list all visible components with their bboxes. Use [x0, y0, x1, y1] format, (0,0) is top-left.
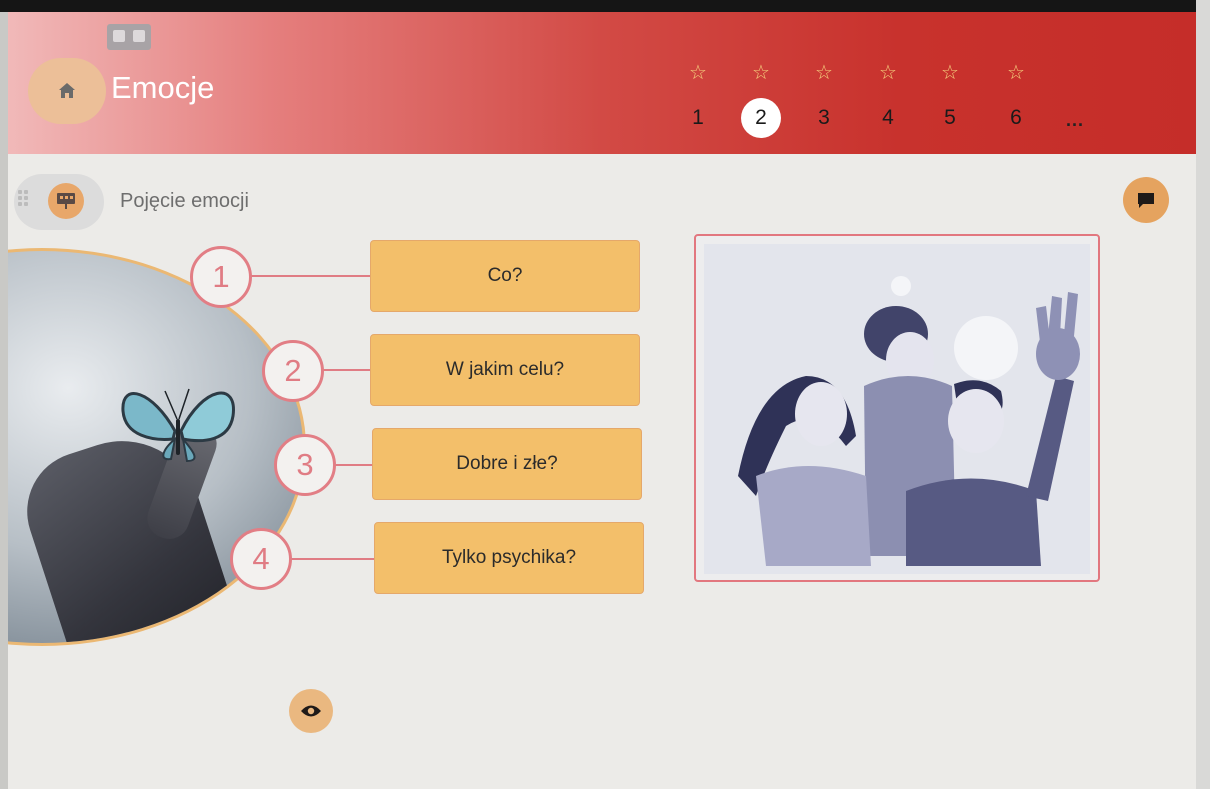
- header-bar: Emocje ☆ 1 ☆ 2 ☆ 3 ☆ 4 ☆ 5 ☆ 6 ...: [8, 12, 1196, 154]
- illustration-card: [694, 234, 1100, 582]
- star-icon: ☆: [815, 62, 833, 84]
- step-3[interactable]: ☆ 3: [799, 62, 849, 138]
- eye-icon: [301, 705, 321, 717]
- star-icon: ☆: [941, 62, 959, 84]
- step-number: 2: [741, 98, 781, 138]
- option-button-2[interactable]: W jakim celu?: [370, 334, 640, 406]
- step-number: 3: [818, 106, 830, 129]
- option-button-3[interactable]: Dobre i złe?: [372, 428, 642, 500]
- butterfly-icon: [121, 388, 235, 463]
- number-badge-4[interactable]: 4: [230, 528, 292, 590]
- star-icon: ☆: [1007, 62, 1025, 84]
- number-badge-2[interactable]: 2: [262, 340, 324, 402]
- screen-top-bezel: [0, 0, 1210, 12]
- step-navigation: ☆ 1 ☆ 2 ☆ 3 ☆ 4 ☆ 5 ☆ 6 ...: [673, 62, 1133, 142]
- step-number: 6: [1010, 106, 1022, 129]
- step-number: 4: [882, 106, 894, 129]
- step-number: 1: [692, 106, 704, 129]
- star-icon: ☆: [752, 62, 770, 84]
- app-title: Emocje: [111, 70, 215, 105]
- presentation-icon: [57, 193, 75, 209]
- number-badge-3[interactable]: 3: [274, 434, 336, 496]
- section-button[interactable]: [48, 183, 84, 219]
- people-illustration: [738, 276, 1080, 566]
- home-icon: [59, 83, 75, 98]
- step-5[interactable]: ☆ 5: [925, 62, 975, 138]
- star-icon: ☆: [879, 62, 897, 84]
- app-screen: Emocje ☆ 1 ☆ 2 ☆ 3 ☆ 4 ☆ 5 ☆ 6 ... Pojęc…: [8, 12, 1196, 789]
- home-button[interactable]: [28, 58, 106, 124]
- step-2[interactable]: ☆ 2: [736, 62, 786, 138]
- step-1[interactable]: ☆ 1: [673, 62, 723, 138]
- screen-right-bezel: [1196, 0, 1210, 789]
- connector-1: [248, 275, 370, 277]
- show-answers-button[interactable]: [289, 689, 333, 733]
- number-badge-1[interactable]: 1: [190, 246, 252, 308]
- screen-left-bezel: [0, 12, 8, 789]
- chat-icon: [1138, 193, 1154, 208]
- drag-handle-icon[interactable]: [18, 190, 32, 214]
- step-number: 5: [944, 106, 956, 129]
- more-steps-button[interactable]: ...: [1066, 110, 1084, 131]
- step-4[interactable]: ☆ 4: [863, 62, 913, 138]
- step-6[interactable]: ☆ 6: [991, 62, 1041, 138]
- option-button-4[interactable]: Tylko psychika?: [374, 522, 644, 594]
- vr-headset-icon[interactable]: [105, 20, 153, 54]
- star-icon: ☆: [689, 62, 707, 84]
- section-title: Pojęcie emocji: [120, 190, 249, 212]
- connector-4: [290, 558, 374, 560]
- connector-2: [320, 369, 370, 371]
- chat-button[interactable]: [1123, 177, 1169, 223]
- option-button-1[interactable]: Co?: [370, 240, 640, 312]
